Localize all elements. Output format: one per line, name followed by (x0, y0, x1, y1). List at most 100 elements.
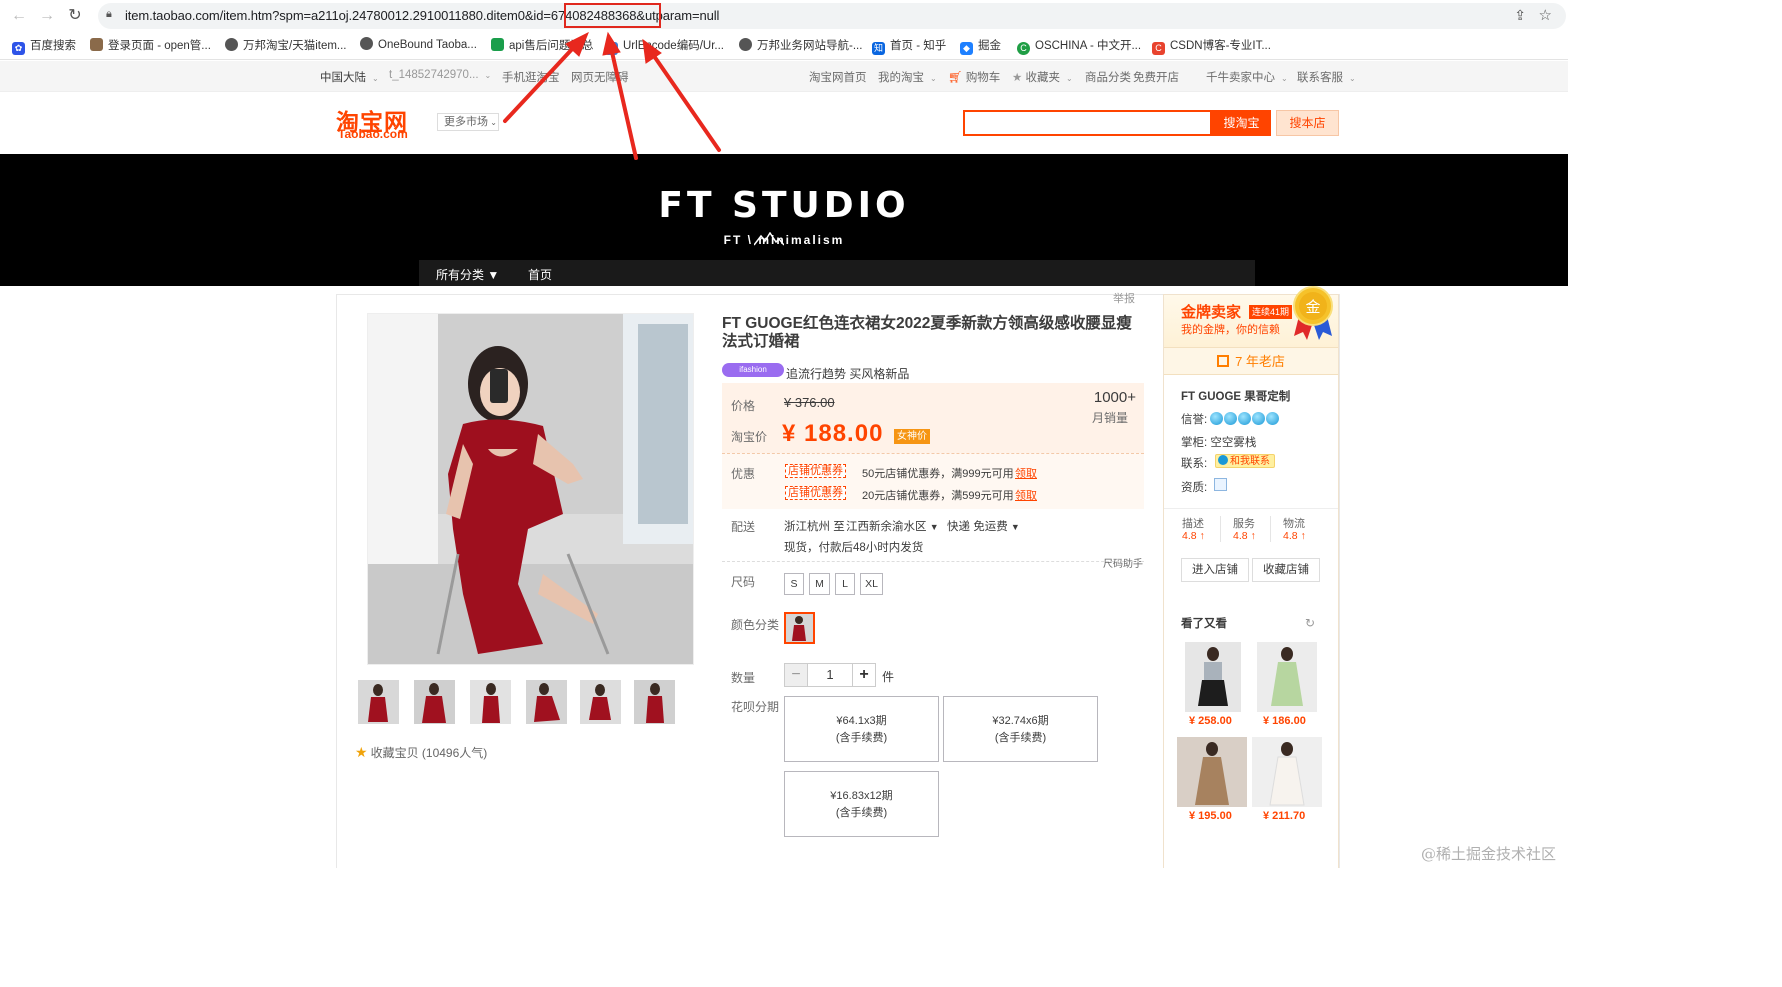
recommend-item-image[interactable] (1252, 737, 1322, 807)
bookmark-item[interactable]: 万邦业务网站导航-... (739, 37, 862, 53)
my-taobao-link[interactable]: 我的淘宝 ⌄ (878, 69, 937, 85)
bookmark-item[interactable]: C OSCHINA - 中文开... (1017, 37, 1141, 55)
coupon-claim-link[interactable]: 领取 (1015, 465, 1037, 481)
shop-nav-home[interactable]: 首页 (528, 266, 552, 283)
search-input[interactable] (963, 110, 1212, 136)
chevron-down-icon: ⌄ (372, 74, 379, 83)
thumbnail-image[interactable] (580, 680, 621, 724)
installment-option[interactable]: ¥32.74x6期 (含手续费) (943, 696, 1098, 762)
recommend-item-image[interactable] (1177, 737, 1247, 807)
credit-diamond-icons (1210, 412, 1280, 426)
coupon-claim-link[interactable]: 领取 (1015, 487, 1037, 503)
bookmark-item[interactable]: OneBound Taoba... (360, 37, 477, 51)
cart-icon: 🛒︎ (948, 72, 963, 84)
thumbnail-image[interactable] (526, 680, 567, 724)
size-helper-link[interactable]: 尺码助手 (1103, 555, 1143, 570)
size-option[interactable]: L (835, 573, 855, 595)
taobao-home-link[interactable]: 淘宝网首页 (809, 69, 867, 85)
shop-brand-subtitle: FT \ minimalism (723, 233, 845, 247)
csdn-icon: C (1152, 42, 1165, 55)
quantity-decrease-button[interactable]: − (784, 663, 808, 687)
globe-icon (225, 38, 238, 51)
wangwang-icon (1218, 455, 1228, 465)
refresh-icon[interactable]: ↻ (1305, 616, 1315, 630)
qualification-icon[interactable] (1214, 478, 1227, 491)
installment-label: 花呗分期 (731, 700, 780, 714)
shop-nav-all-categories[interactable]: 所有分类 ▼ (436, 266, 499, 283)
mobile-taobao-link[interactable]: 手机逛淘宝 (502, 69, 560, 85)
score-value: 4.8 ↑ (1182, 530, 1205, 542)
forward-icon[interactable]: → (37, 6, 57, 26)
coupon-tag: 店铺优惠券 (785, 464, 846, 478)
installment-option[interactable]: ¥16.83x12期 (含手续费) (784, 771, 939, 837)
bookmark-item[interactable]: 登录页面 - open管... (90, 37, 211, 53)
watermark: @稀土掘金技术社区 (1421, 845, 1557, 863)
divider (1220, 516, 1221, 542)
contact-seller-button[interactable]: 和我联系 (1215, 454, 1275, 468)
thumbnail-image[interactable] (634, 680, 675, 724)
enter-store-button[interactable]: 进入店铺 (1181, 558, 1249, 582)
color-option-red[interactable] (784, 612, 815, 644)
share-icon[interactable]: ⇪ (1514, 7, 1526, 24)
seller-center-link[interactable]: 千牛卖家中心 ⌄ (1206, 69, 1288, 85)
quantity-increase-button[interactable]: + (852, 663, 876, 687)
url-id-annotation-box (564, 3, 661, 28)
store-name[interactable]: FT GUOGE 果哥定制 (1181, 388, 1290, 404)
quantity-input[interactable]: 1 (808, 663, 852, 687)
more-market-dropdown[interactable]: 更多市场 ⌄ (437, 113, 499, 131)
size-option[interactable]: XL (860, 573, 883, 595)
main-product-image[interactable] (367, 313, 694, 665)
ship-method-dropdown[interactable]: 快递 免运费 ▼ (947, 518, 1020, 534)
back-icon[interactable]: ← (9, 6, 29, 26)
product-photo (368, 314, 693, 664)
category-link[interactable]: 商品分类 (1085, 69, 1131, 85)
accessibility-link[interactable]: 网页无障碍 (571, 69, 629, 85)
reload-icon[interactable]: ↻ (65, 6, 85, 26)
cart-link[interactable]: 🛒︎ 购物车 (948, 69, 1000, 85)
favorites-link[interactable]: ★ 收藏夹 ⌄ (1012, 69, 1073, 85)
score-value: 4.8 ↑ (1283, 530, 1306, 542)
taobao-top-nav: 中国大陆 ⌄ t_14852742970... ⌄ 手机逛淘宝 网页无障碍 淘宝网首… (0, 61, 1568, 92)
bookmark-star-icon[interactable]: ☆ (1539, 6, 1552, 24)
customer-service-link[interactable]: 联系客服 ⌄ (1297, 69, 1356, 85)
bookmark-item[interactable]: ✎ UrlEncode编码/Ur... (605, 37, 724, 55)
thumbnail-image[interactable] (414, 680, 455, 724)
recommend-item-image[interactable] (1257, 642, 1317, 712)
bookmark-item[interactable]: api售后问题汇总 (491, 37, 593, 53)
ship-to-dropdown[interactable]: 江西新余渝水区 ▼ (846, 518, 939, 534)
thumbnail-image[interactable] (470, 680, 511, 724)
monthly-sales-label: 月销量 (1091, 411, 1128, 425)
search-shop-button[interactable]: 搜本店 (1276, 110, 1339, 136)
favorite-store-button[interactable]: 收藏店铺 (1252, 558, 1320, 582)
ifashion-badge: ifashion (722, 363, 784, 377)
qualification-label: 资质: (1181, 482, 1208, 494)
size-option[interactable]: S (784, 573, 804, 595)
bookmark-item[interactable]: 万邦淘宝/天猫item... (225, 37, 347, 53)
report-link[interactable]: 举报 (1113, 290, 1135, 306)
bookmark-item[interactable]: ◆ 掘金 (960, 37, 1001, 55)
quantity-unit: 件 (882, 670, 895, 684)
bookmark-item[interactable]: 知首页 - 知乎 (872, 37, 946, 55)
recommend-item-image[interactable] (1185, 642, 1241, 712)
keeper-name[interactable]: 空空雾栈 (1210, 437, 1256, 449)
medal-text: 金 (1305, 298, 1320, 316)
taobao-logo-en[interactable]: Taobao.com (338, 127, 408, 141)
bookmark-item[interactable]: C CSDN博客-专业IT... (1152, 37, 1271, 55)
coupon-text: 50元店铺优惠券，满999元可用 (862, 468, 1014, 480)
favorite-item-link[interactable]: ★ 收藏宝贝 (10496人气) (355, 744, 487, 761)
thumbnail-image[interactable] (358, 680, 399, 724)
color-label: 颜色分类 (731, 618, 780, 632)
open-shop-link[interactable]: 免费开店 (1133, 69, 1179, 85)
installment-option[interactable]: ¥64.1x3期 (含手续费) (784, 696, 939, 762)
shop-nav-bar: 所有分类 ▼ 首页 (419, 260, 1255, 286)
gold-medal-icon: 金 (1293, 286, 1333, 340)
chevron-down-icon: ⌄ (1349, 74, 1356, 83)
user-name-link[interactable]: t_14852742970... ⌄ (389, 69, 491, 81)
taobao-price-label: 淘宝价 (731, 430, 768, 444)
url-bar[interactable]: 🔒︎ item.taobao.com/item.htm?spm=a211oj.2… (98, 3, 1566, 29)
chevron-down-icon: ⌄ (1281, 74, 1288, 83)
bookmark-item[interactable]: ✿ 百度搜索 (12, 37, 76, 55)
search-taobao-button[interactable]: 搜淘宝 (1212, 110, 1271, 136)
region-selector[interactable]: 中国大陆 ⌄ (320, 69, 379, 85)
size-option[interactable]: M (809, 573, 830, 595)
